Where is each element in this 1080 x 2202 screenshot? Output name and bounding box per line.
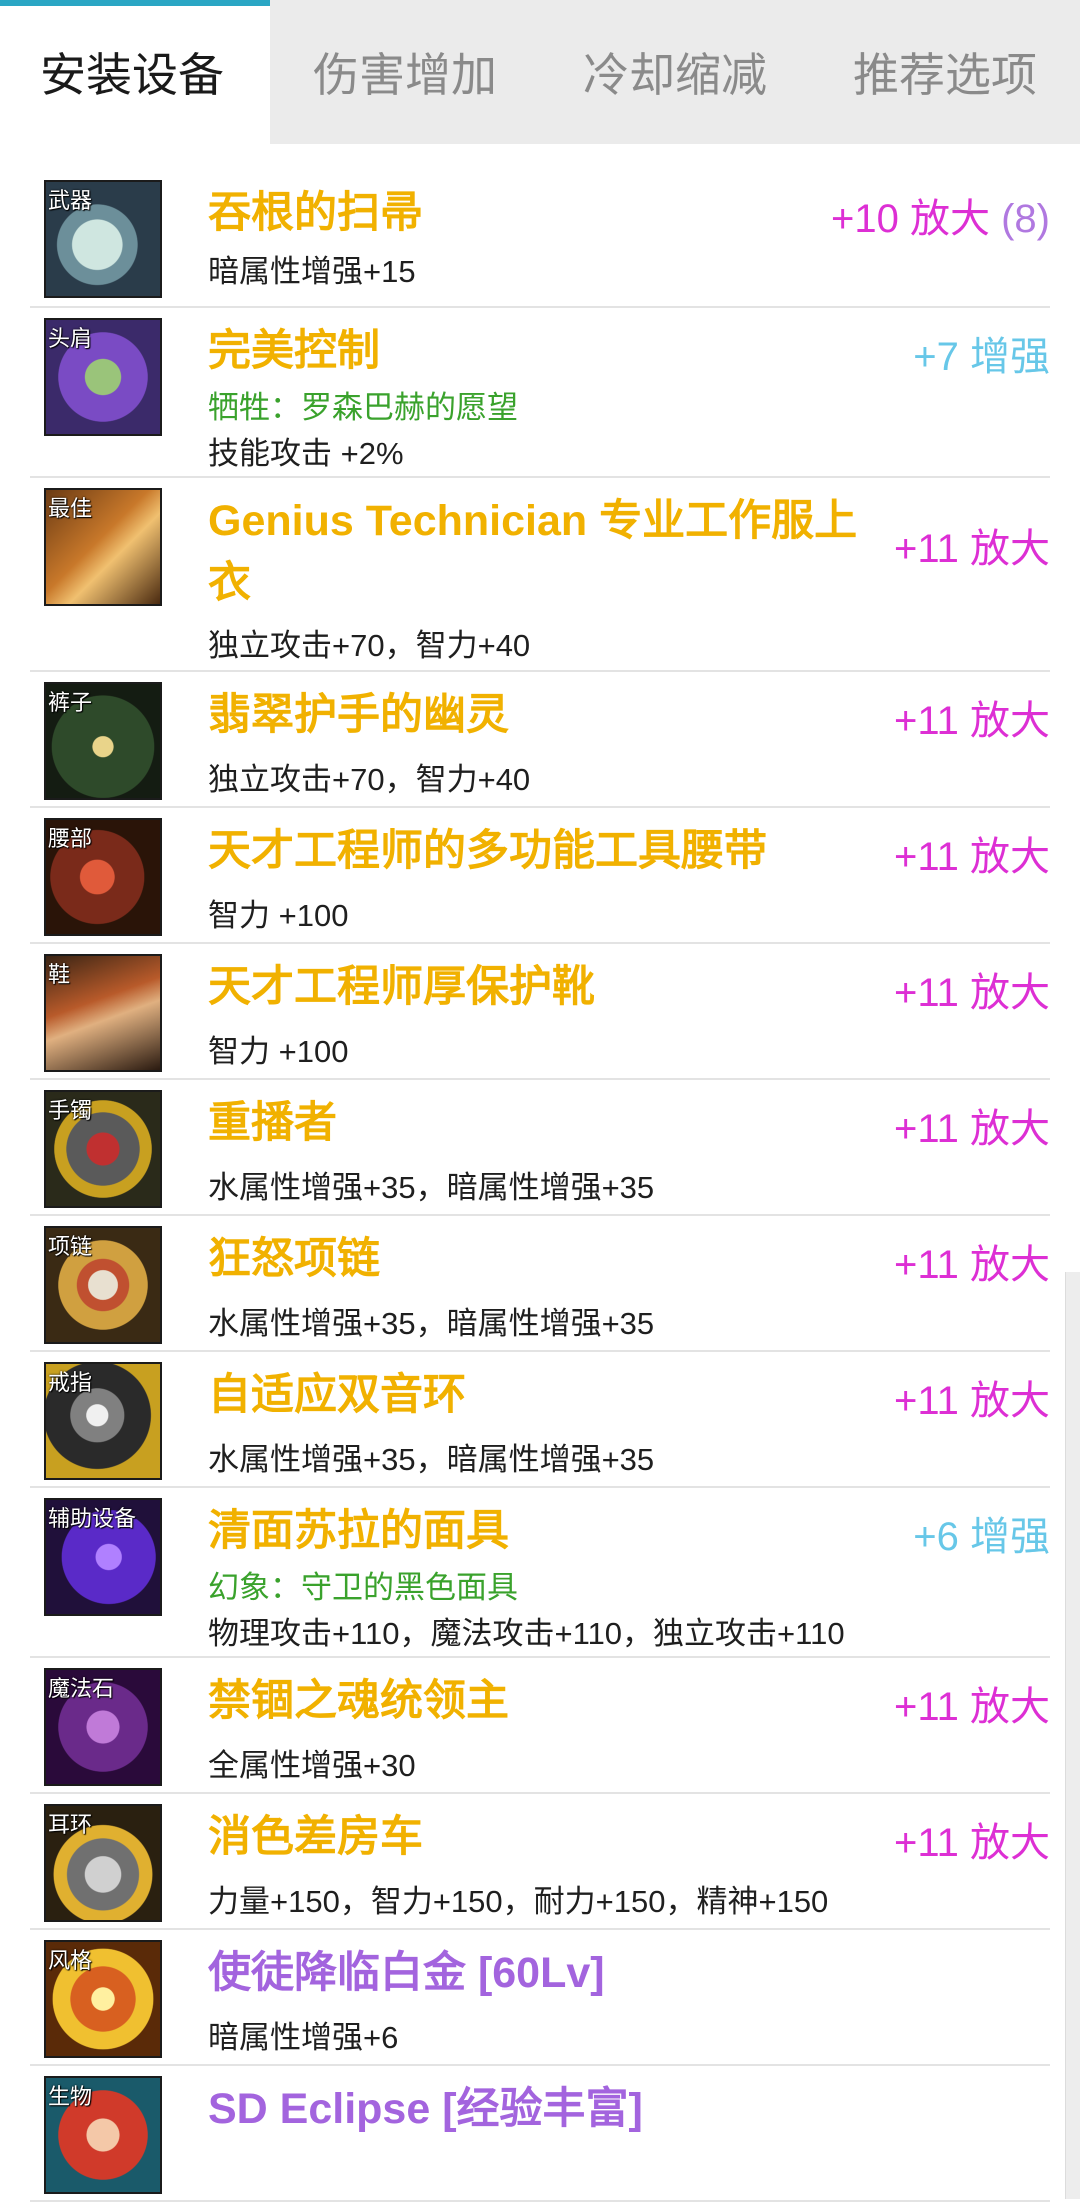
slot-label: 头肩	[48, 326, 93, 351]
equipment-row[interactable]: 裤子 翡翠护手的幽灵 +11 放大独立攻击+70，智力+40	[30, 672, 1050, 808]
item-name: 天才工程师厚保护靴	[208, 963, 595, 1011]
equipment-row[interactable]: 辅助设备 清面苏拉的面具 +6 增强幻象：守卫的黑色面具物理攻击+110，魔法攻击+…	[30, 1488, 1050, 1658]
item-name: SD Eclipse [经验丰富]	[208, 2085, 643, 2133]
tab-damage-increase[interactable]: 伤害增加	[270, 0, 540, 144]
slot-label: 项链	[48, 1234, 93, 1259]
scrollbar[interactable]	[1065, 1272, 1080, 2199]
item-name: 狂怒项链	[208, 1235, 380, 1283]
earring-icon: 耳环	[44, 1804, 162, 1922]
equipment-row[interactable]: 手镯 重播者 +11 放大水属性增强+35，暗属性增强+35	[30, 1080, 1050, 1216]
ring-icon: 戒指	[44, 1362, 162, 1480]
upgrade-level: +11 放大	[894, 699, 1050, 743]
item-name: 天才工程师的多功能工具腰带	[208, 827, 767, 875]
item-stats: 力量+150，智力+150，耐力+150，精神+150	[208, 1884, 829, 1919]
belt-armor-icon: 腰部	[44, 818, 162, 936]
upgrade-level: +6 增强	[913, 1515, 1050, 1559]
mask-subequip-icon: 辅助设备	[44, 1498, 162, 1616]
item-stats: 智力 +100	[208, 1034, 349, 1069]
item-name: 禁锢之魂统领主	[208, 1677, 509, 1725]
slot-label: 鞋	[48, 962, 71, 987]
equipment-row[interactable]: 武器 吞根的扫帚 +10 放大 (8) 暗属性增强+15	[30, 170, 1050, 308]
slot-label: 腰部	[48, 826, 93, 851]
item-stats: 独立攻击+70，智力+40	[208, 762, 531, 797]
upgrade-level: +11 放大	[894, 527, 1050, 571]
item-name: 翡翠护手的幽灵	[208, 691, 509, 739]
upgrade-level: +11 放大	[894, 1243, 1050, 1287]
equipment-row[interactable]: 鞋 天才工程师厚保护靴 +11 放大智力 +100	[30, 944, 1050, 1080]
tab-bar: 安装设备 伤害增加 冷却缩减 推荐选项	[0, 0, 1080, 144]
platinum-emblem-icon: 风格	[44, 1940, 162, 2058]
upgrade-level: +11 放大	[894, 971, 1050, 1015]
slot-label: 魔法石	[48, 1676, 115, 1701]
upgrade-level: +10 放大 (8)	[831, 197, 1050, 241]
slot-label: 生物	[48, 2084, 93, 2109]
equipment-row[interactable]: 头肩 完美控制 +7 增强牺牲：罗森巴赫的愿望 技能攻击 +2%	[30, 308, 1050, 478]
item-name: Genius Technician 专业工作服上衣	[208, 497, 858, 607]
upgrade-level: +11 放大	[894, 1107, 1050, 1151]
equipment-row[interactable]: 魔法石 禁锢之魂统领主 +11 放大全属性增强+30	[30, 1658, 1050, 1794]
magic-stone-icon: 魔法石	[44, 1668, 162, 1786]
equipment-row[interactable]: 最佳 Genius Technician 专业工作服上衣 +11 放大独立攻击+70…	[30, 478, 1050, 672]
equipment-row[interactable]: 风格 使徒降临白金 [60Lv] 暗属性增强+6	[30, 1930, 1050, 2066]
item-name: 完美控制	[208, 327, 380, 375]
item-stats: 技能攻击 +2%	[208, 436, 404, 471]
upgrade-level: +11 放大	[894, 1685, 1050, 1729]
item-stats: 水属性增强+35，暗属性增强+35	[208, 1170, 655, 1205]
broom-weapon-icon: 武器	[44, 180, 162, 298]
item-stats: 全属性增强+30	[208, 1748, 416, 1783]
tab-cooldown-reduction[interactable]: 冷却缩减	[540, 0, 810, 144]
item-stats: 智力 +100	[208, 898, 349, 933]
equipment-row[interactable]: 项链 狂怒项链 +11 放大水属性增强+35，暗属性增强+35	[30, 1216, 1050, 1352]
upgrade-level: +11 放大	[894, 1821, 1050, 1865]
upgrade-level: +7 增强	[913, 335, 1050, 379]
item-name: 使徒降临白金 [60Lv]	[208, 1949, 605, 1997]
slot-label: 最佳	[48, 496, 93, 521]
top-armor-icon: 最佳	[44, 488, 162, 606]
equipment-row[interactable]: 生物 SD Eclipse [经验丰富]	[30, 2066, 1050, 2202]
item-stats: 水属性增强+35，暗属性增强+35	[208, 1306, 655, 1341]
tab-recommended-options[interactable]: 推荐选项	[810, 0, 1080, 144]
upgrade-extra: (8)	[990, 197, 1050, 241]
item-stats: 独立攻击+70，智力+40	[208, 628, 531, 663]
item-name: 自适应双音环	[208, 1371, 466, 1419]
slot-label: 戒指	[48, 1370, 93, 1395]
item-special-option: 牺牲：罗森巴赫的愿望	[208, 390, 518, 425]
slot-label: 武器	[48, 188, 93, 213]
slot-label: 手镯	[48, 1098, 93, 1123]
item-name: 吞根的扫帚	[208, 189, 423, 237]
item-stats: 物理攻击+110，魔法攻击+110，独立攻击+110	[208, 1616, 845, 1651]
shoulder-armor-icon: 头肩	[44, 318, 162, 436]
equipment-row[interactable]: 耳环 消色差房车 +11 放大力量+150，智力+150，耐力+150，精神+150	[30, 1794, 1050, 1930]
item-name: 清面苏拉的面具	[208, 1507, 509, 1555]
equipment-row[interactable]: 腰部 天才工程师的多功能工具腰带 +11 放大智力 +100	[30, 808, 1050, 944]
slot-label: 裤子	[48, 690, 93, 715]
bracelet-icon: 手镯	[44, 1090, 162, 1208]
item-stats: 暗属性增强+6	[208, 2020, 399, 2055]
pants-armor-icon: 裤子	[44, 682, 162, 800]
necklace-icon: 项链	[44, 1226, 162, 1344]
item-special-option: 幻象：守卫的黑色面具	[208, 1570, 518, 1605]
upgrade-level: +11 放大	[894, 1379, 1050, 1423]
item-stats: 暗属性增强+15	[208, 254, 416, 289]
upgrade-level: +11 放大	[894, 835, 1050, 879]
slot-label: 耳环	[48, 1812, 93, 1837]
slot-label: 风格	[48, 1948, 93, 1973]
equipment-row[interactable]: 戒指 自适应双音环 +11 放大水属性增强+35，暗属性增强+35	[30, 1352, 1050, 1488]
item-stats: 水属性增强+35，暗属性增强+35	[208, 1442, 655, 1477]
slot-label: 辅助设备	[48, 1506, 137, 1531]
item-name: 重播者	[208, 1099, 337, 1147]
creature-pet-icon: 生物	[44, 2076, 162, 2194]
tab-installed-equipment[interactable]: 安装设备	[0, 0, 270, 144]
item-name: 消色差房车	[208, 1813, 423, 1861]
boots-armor-icon: 鞋	[44, 954, 162, 1072]
